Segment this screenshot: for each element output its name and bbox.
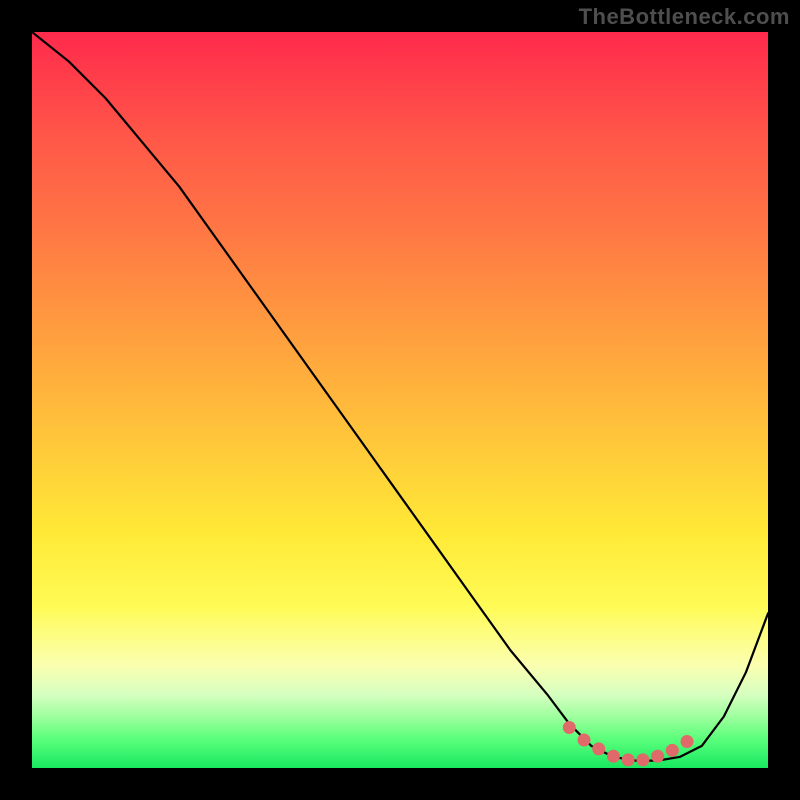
optimal-marker <box>636 753 649 766</box>
optimal-marker <box>592 742 605 755</box>
optimal-marker <box>651 750 664 763</box>
bottleneck-curve <box>32 32 768 761</box>
chart-frame: TheBottleneck.com <box>0 0 800 800</box>
optimal-marker <box>563 721 576 734</box>
plot-area <box>32 32 768 768</box>
optimal-marker <box>578 734 591 747</box>
optimal-range-markers <box>563 721 694 766</box>
optimal-marker <box>607 750 620 763</box>
optimal-marker <box>666 744 679 757</box>
curve-svg <box>32 32 768 768</box>
optimal-marker <box>681 735 694 748</box>
watermark-text: TheBottleneck.com <box>579 4 790 30</box>
optimal-marker <box>622 753 635 766</box>
